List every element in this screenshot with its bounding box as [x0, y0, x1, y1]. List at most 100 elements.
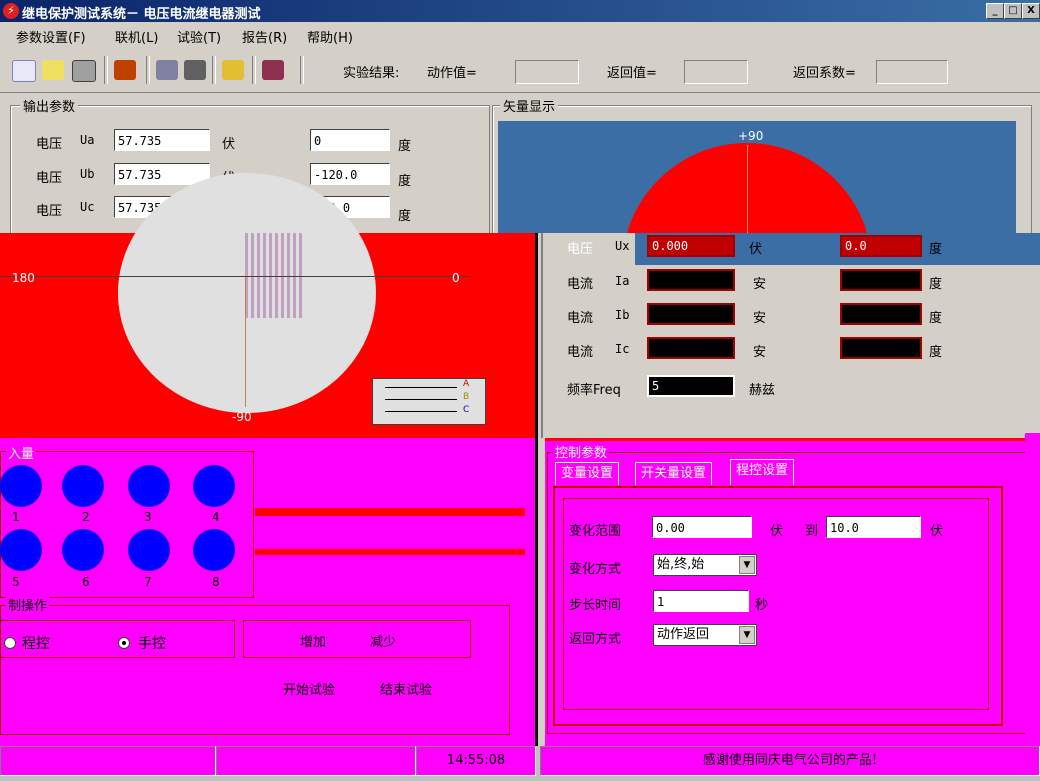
uc-angle-unit: 度 — [398, 209, 412, 224]
menu-online[interactable]: 联机(L) — [115, 27, 158, 46]
mode-select[interactable]: 始,终,始 ▼ — [653, 554, 757, 576]
manual-radio[interactable] — [118, 637, 130, 649]
close-button[interactable]: X — [1022, 3, 1040, 19]
freq-label: 频率Freq — [567, 383, 621, 398]
ia-angle-input[interactable] — [840, 269, 922, 291]
ic-angle-input[interactable] — [840, 337, 922, 359]
chevron-down-icon[interactable]: ▼ — [739, 626, 755, 644]
action-value-field — [515, 60, 579, 84]
ia-value-input[interactable] — [647, 269, 735, 291]
vector-display-bottom: 180 0 -90 A B C — [0, 173, 535, 438]
ua-value-input[interactable]: 57.735 — [114, 129, 210, 151]
channel-6-label: 6 — [82, 575, 90, 589]
exit-icon[interactable] — [262, 60, 284, 80]
output-params-title: 输出参数 — [20, 96, 79, 115]
status-message: 感谢使用同庆电气公司的产品! — [540, 746, 1040, 776]
vector-panel-top: 矢量显示 +90 — [490, 93, 1040, 234]
range-to-label: 到 — [805, 524, 819, 539]
ib-kind: 电流 — [567, 311, 594, 326]
menu-params[interactable]: 参数设置(F) — [16, 27, 86, 46]
menu-help[interactable]: 帮助(H) — [307, 27, 353, 46]
step-label: 步长时间 — [569, 598, 622, 613]
open-folder-icon[interactable] — [42, 60, 64, 80]
ib-angle-input[interactable] — [840, 303, 922, 325]
save-icon[interactable] — [72, 60, 96, 82]
maximize-button[interactable]: □ — [1004, 3, 1022, 19]
channel-6-indicator — [62, 529, 104, 571]
channel-2-indicator — [62, 465, 104, 507]
ib-unit: 安 — [753, 311, 767, 326]
tab-switch-settings[interactable]: 开关量设置 — [635, 462, 713, 485]
status-cell-1 — [0, 746, 216, 776]
start-test-button[interactable]: 开始试验 — [283, 679, 335, 698]
menu-report[interactable]: 报告(R) — [242, 27, 287, 46]
ic-value-input[interactable] — [647, 337, 735, 359]
tab-variable-settings[interactable]: 变量设置 — [555, 462, 620, 485]
channel-4-label: 4 — [212, 510, 220, 524]
chevron-down-icon[interactable]: ▼ — [739, 556, 755, 574]
tool-icon[interactable] — [184, 60, 206, 80]
return-mode-select[interactable]: 动作返回 ▼ — [653, 624, 757, 646]
channel-4-indicator — [193, 465, 235, 507]
increase-button[interactable]: 增加 — [300, 631, 326, 650]
legend-a: A — [463, 379, 470, 389]
vector-display-top: +90 — [498, 121, 1016, 233]
ia-unit: 安 — [753, 277, 767, 292]
ib-angle-unit: 度 — [929, 311, 943, 326]
mode-value: 始,终,始 — [657, 557, 705, 572]
uc-kind: 电压 — [36, 204, 63, 219]
program-radio[interactable] — [4, 637, 16, 649]
channel-7-label: 7 — [144, 575, 152, 589]
result-label: 实验结果: — [343, 66, 400, 81]
toolbar: 实验结果: 动作值= 返回值= 返回系数= — [0, 48, 1040, 93]
mode-label: 变化方式 — [569, 562, 622, 577]
ub-kind: 电压 — [36, 171, 63, 186]
tab-program-settings[interactable]: 程控设置 — [730, 459, 795, 485]
range-from-input[interactable]: 0.00 — [652, 516, 752, 538]
freq-input[interactable]: 5 — [647, 375, 735, 397]
menu-test[interactable]: 试验(T) — [177, 27, 221, 46]
return-value-field — [684, 60, 748, 84]
ia-angle-unit: 度 — [929, 277, 943, 292]
return-coef-label: 返回系数= — [793, 66, 856, 81]
glitch-right: 电压 Ux 0.000 伏 0.0 度 电流 Ia 安 度 电流 Ib 安 度 … — [535, 233, 1040, 746]
channel-7-indicator — [128, 529, 170, 571]
range-label: 变化范围 — [569, 524, 622, 539]
connect-icon[interactable] — [114, 60, 136, 80]
legend-b: B — [463, 392, 470, 402]
ic-kind: 电流 — [567, 345, 594, 360]
decrease-button[interactable]: 减少 — [370, 631, 396, 650]
test-params-panel: 控制参数 变量设置 开关量设置 程控设置 变化范围 0.00 伏 到 10.0 … — [545, 438, 1040, 746]
app-logo-icon: ⚡ — [3, 3, 19, 19]
ib-value-input[interactable] — [647, 303, 735, 325]
range-to-input[interactable]: 10.0 — [826, 516, 921, 538]
range-unit1: 伏 — [770, 524, 784, 539]
range-unit2: 伏 — [930, 524, 944, 539]
manual-label: 手控 — [138, 636, 166, 652]
return-mode-label: 返回方式 — [569, 632, 622, 647]
vector-legend: A B C — [372, 378, 486, 425]
ia-name: Ia — [615, 274, 630, 288]
return-value-label: 返回值= — [607, 66, 657, 81]
ux-value-input[interactable]: 0.000 — [647, 235, 735, 257]
ux-angle-input[interactable]: 0.0 — [840, 235, 922, 257]
minimize-button[interactable]: _ — [986, 3, 1004, 19]
ux-name: Ux — [615, 239, 630, 253]
vector-label-bottom: -90 — [232, 410, 252, 424]
tabs-bar: 变量设置 开关量设置 程控设置 — [555, 459, 995, 486]
settings-icon[interactable] — [156, 60, 178, 80]
step-input[interactable]: 1 — [653, 590, 749, 612]
ua-angle-input[interactable]: 0 — [310, 129, 390, 151]
glitch-left: 180 0 -90 A B C 入量 1 2 3 4 5 6 7 8 制操作 程… — [0, 173, 535, 746]
new-file-icon[interactable] — [12, 60, 36, 82]
ua-angle-unit: 度 — [398, 139, 412, 154]
stop-test-button[interactable]: 结束试验 — [380, 679, 432, 698]
ib-name: Ib — [615, 308, 630, 322]
ua-name: Ua — [80, 133, 95, 147]
channel-1-label: 1 — [12, 510, 20, 524]
return-coef-field — [876, 60, 948, 84]
ub-angle-input[interactable]: -120.0 — [310, 163, 390, 185]
channel-8-indicator — [193, 529, 235, 571]
ub-angle-unit: 度 — [398, 174, 412, 189]
report-icon[interactable] — [222, 60, 244, 80]
